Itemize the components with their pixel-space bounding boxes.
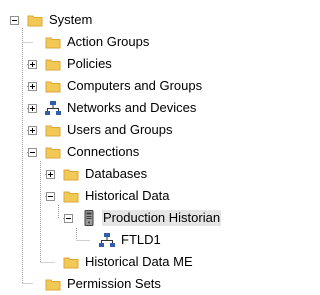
collapse-connections-toggle[interactable]	[28, 148, 37, 157]
tree-item-label: Action Groups	[67, 34, 150, 49]
tree-item-historical-data[interactable]: Historical Data	[63, 186, 171, 206]
folder-icon	[45, 144, 61, 160]
folder-icon	[63, 188, 79, 204]
tree-item-system[interactable]: System	[27, 10, 93, 30]
tree-item-action-groups[interactable]: Action Groups	[45, 32, 150, 52]
tree-item-production-historian[interactable]: Production Historian	[81, 208, 222, 228]
tree-item-label: FTLD1	[121, 232, 161, 247]
expand-users-toggle[interactable]	[28, 126, 37, 135]
tree-item-label: Historical Data	[85, 188, 170, 203]
tree-item-historical-data-me[interactable]: Historical Data ME	[63, 252, 194, 272]
tree-item-label: Historical Data ME	[85, 254, 193, 269]
tree-item-networks-and-devices[interactable]: Networks and Devices	[45, 98, 197, 118]
tree-item-label: Databases	[85, 166, 148, 181]
tree-item-label: Networks and Devices	[67, 100, 197, 115]
tree-item-label: Connections	[67, 144, 140, 159]
folder-icon	[27, 12, 43, 28]
tree-item-label: Production Historian	[102, 210, 222, 226]
tree-item-computers-and-groups[interactable]: Computers and Groups	[45, 76, 203, 96]
folder-icon	[45, 78, 61, 94]
expand-policies-toggle[interactable]	[28, 60, 37, 69]
collapse-production-historian-toggle[interactable]	[64, 214, 73, 223]
tree-item-label: Computers and Groups	[67, 78, 203, 93]
system-tree-view[interactable]: System Action Groups Policies Computers …	[0, 0, 242, 291]
tree-item-label: Policies	[67, 56, 112, 71]
expand-computers-toggle[interactable]	[28, 82, 37, 91]
folder-icon	[45, 34, 61, 50]
tree-item-label: Permission Sets	[67, 276, 161, 291]
network-icon	[99, 232, 115, 248]
tree-item-connections[interactable]: Connections	[45, 142, 140, 162]
tree-item-permission-sets[interactable]: Permission Sets	[45, 274, 162, 294]
collapse-system-toggle[interactable]	[10, 16, 19, 25]
tree-item-label: Users and Groups	[67, 122, 173, 137]
folder-icon	[45, 56, 61, 72]
folder-icon	[45, 122, 61, 138]
folder-icon	[63, 166, 79, 182]
folder-icon	[63, 254, 79, 270]
collapse-historical-data-toggle[interactable]	[46, 192, 55, 201]
server-icon	[81, 210, 97, 226]
expand-networks-toggle[interactable]	[28, 104, 37, 113]
network-icon	[45, 100, 61, 116]
tree-item-label: System	[49, 12, 93, 27]
tree-item-users-and-groups[interactable]: Users and Groups	[45, 120, 174, 140]
tree-item-policies[interactable]: Policies	[45, 54, 113, 74]
expand-databases-toggle[interactable]	[46, 170, 55, 179]
tree-item-ftld1[interactable]: FTLD1	[99, 230, 162, 250]
folder-icon	[45, 276, 61, 292]
tree-item-databases[interactable]: Databases	[63, 164, 148, 184]
